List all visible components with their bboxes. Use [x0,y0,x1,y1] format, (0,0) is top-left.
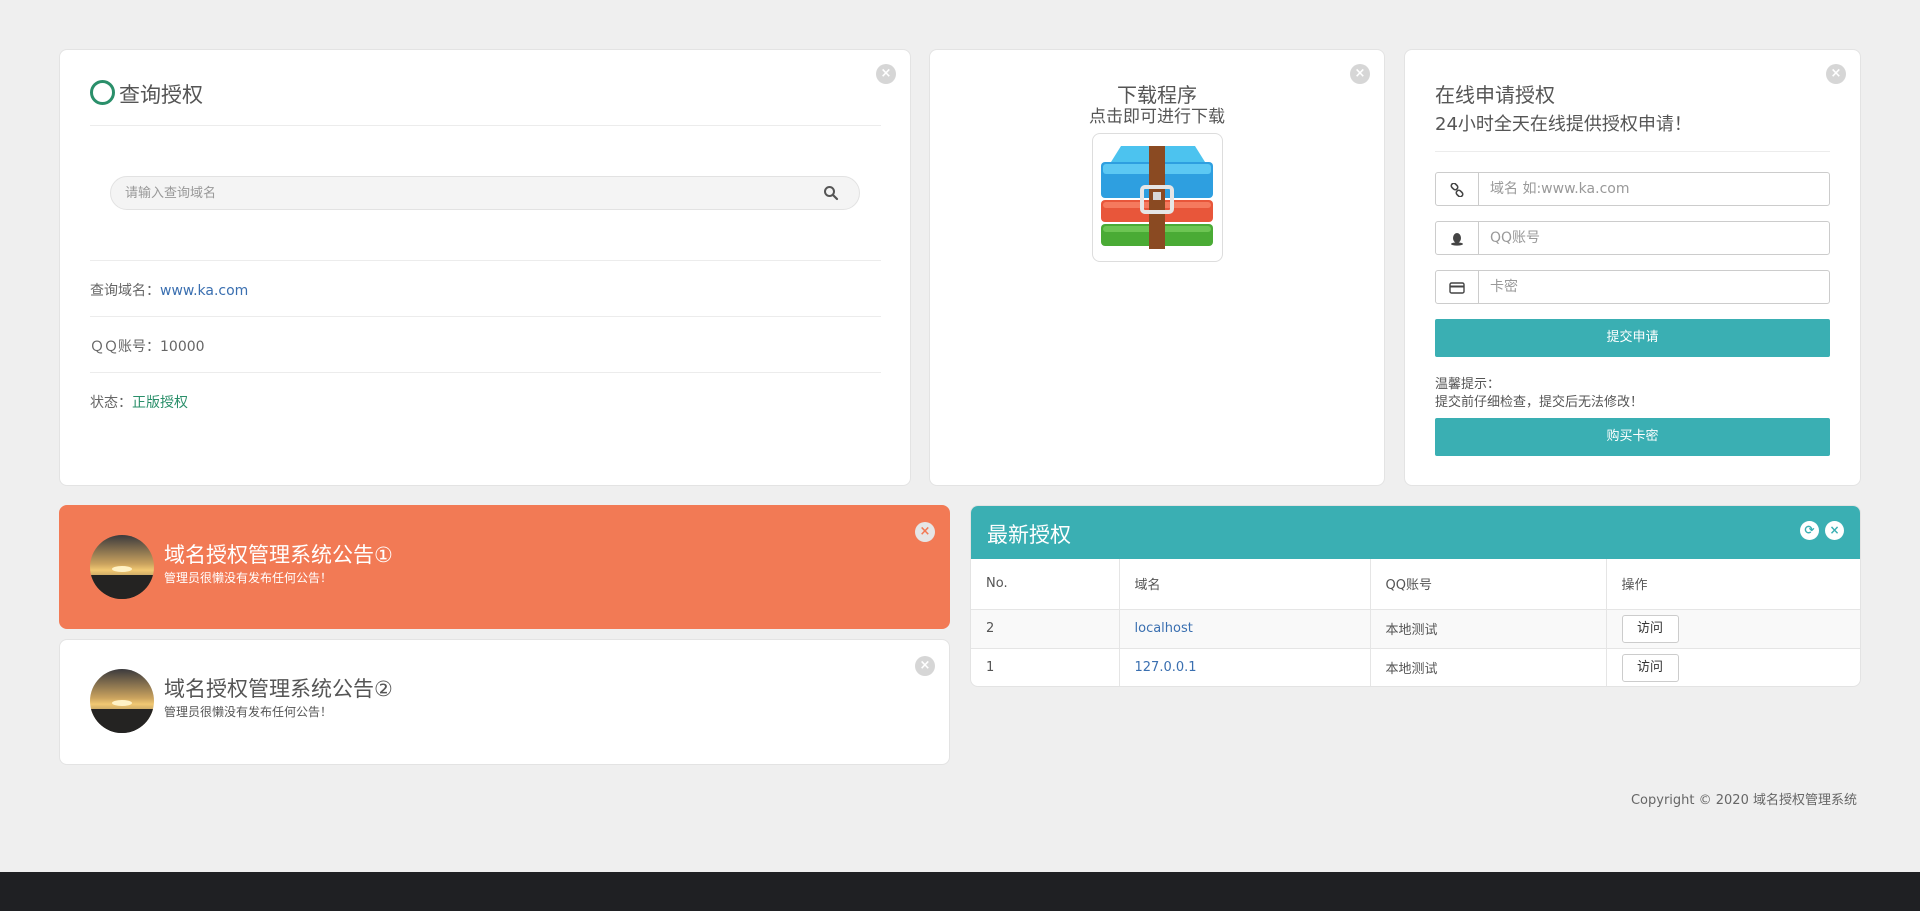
query-domain-value[interactable]: www.ka.com [160,283,248,299]
card-key-field[interactable] [1490,271,1820,303]
search-icon[interactable] [823,185,839,201]
footer-bar [0,872,1920,911]
col-header-domain: 域名 [1118,559,1371,610]
card-input-group [1435,270,1830,304]
domain-field[interactable] [1490,173,1820,205]
apply-panel: × 在线申请授权 24小时全天在线提供授权申请！ 提交申请 [1404,49,1861,486]
latest-auth-title: 最新授权 [987,523,1071,547]
close-icon[interactable]: × [1825,521,1844,540]
buy-card-button[interactable]: 购买卡密 [1435,418,1830,456]
notice-card-2: × 域名授权管理系统公告② 管理员很懒没有发布任何公告！ [59,639,950,765]
notice-card-1: × 域名授权管理系统公告① 管理员很懒没有发布任何公告！ [59,505,950,629]
status-badge: 正版授权 [132,395,188,411]
row-no: 1 [971,647,1120,686]
close-icon[interactable]: × [1826,64,1846,84]
close-icon[interactable]: × [915,656,935,676]
row-qq: 本地测试 [1369,647,1607,686]
domain-input-group [1435,172,1830,206]
divider [90,125,881,126]
col-header-qq: QQ账号 [1369,559,1607,610]
latest-auth-panel: 最新授权 ⟳ × No. 域名 QQ账号 操作 2 localhost 本地测试… [970,505,1861,687]
notice-title: 域名授权管理系统公告① [164,543,393,567]
apply-subtitle: 24小时全天在线提供授权申请！ [1435,114,1692,135]
query-qq-value: 10000 [160,339,205,355]
avatar [90,669,154,733]
close-icon[interactable]: × [915,522,935,542]
query-domain-label: 查询域名： [90,283,160,299]
apply-title: 在线申请授权 [1435,83,1555,107]
divider [90,260,881,261]
col-header-no: No. [971,559,1120,610]
query-title: 查询授权 [119,83,203,107]
query-qq-label: ＱＱ账号： [90,339,160,355]
row-no: 2 [971,608,1120,649]
table-header-row: No. 域名 QQ账号 操作 [971,559,1860,610]
query-panel: × 查询授权 查询域名：www.ka.com ＱＱ账号：10000 状态：正版授… [59,49,911,486]
query-status-line: 状态：正版授权 [90,392,188,412]
submit-button[interactable]: 提交申请 [1435,319,1830,357]
latest-auth-table: No. 域名 QQ账号 操作 2 localhost 本地测试 访问 1 127… [971,559,1860,686]
notice-text: 管理员很懒没有发布任何公告！ [164,571,333,585]
visit-button[interactable]: 访问 [1621,653,1679,682]
query-qq-line: ＱＱ账号：10000 [90,336,205,356]
query-status-label: 状态： [90,395,132,411]
latest-auth-header: 最新授权 ⟳ × [971,506,1860,559]
table-row: 2 localhost 本地测试 访问 [971,608,1860,649]
link-icon [1436,173,1479,205]
copyright-text: Copyright © 2020 域名授权管理系统 [1630,793,1857,808]
avatar [90,535,154,599]
refresh-icon[interactable]: ⟳ [1800,521,1819,540]
circle-icon [90,80,115,105]
domain-search-input[interactable] [125,177,775,209]
close-icon[interactable]: × [876,64,896,84]
notice-title: 域名授权管理系统公告② [164,677,393,701]
search-box [110,176,860,210]
divider [90,316,881,317]
notice-text: 管理员很懒没有发布任何公告！ [164,705,333,719]
row-domain-link[interactable]: 127.0.0.1 [1135,660,1197,675]
tip-text: 提交前仔细检查，提交后无法修改！ [1435,395,1644,410]
row-qq: 本地测试 [1369,608,1607,649]
download-subtitle: 点击即可进行下载 [1089,107,1225,127]
visit-button[interactable]: 访问 [1621,614,1679,643]
table-row: 1 127.0.0.1 本地测试 访问 [971,647,1860,686]
download-button[interactable] [1092,133,1223,262]
credit-card-icon [1436,271,1479,303]
tip-title: 温馨提示： [1435,377,1501,392]
download-panel: × 下载程序 点击即可进行下载 [929,49,1385,486]
query-domain-line: 查询域名：www.ka.com [90,280,248,300]
qq-field[interactable] [1490,222,1820,254]
qq-input-group [1435,221,1830,255]
row-domain-link[interactable]: localhost [1135,621,1193,636]
qq-penguin-icon [1436,222,1479,254]
winrar-archive-icon [1101,146,1213,249]
col-header-action: 操作 [1605,559,1860,610]
divider [90,372,881,373]
divider [1435,151,1830,152]
